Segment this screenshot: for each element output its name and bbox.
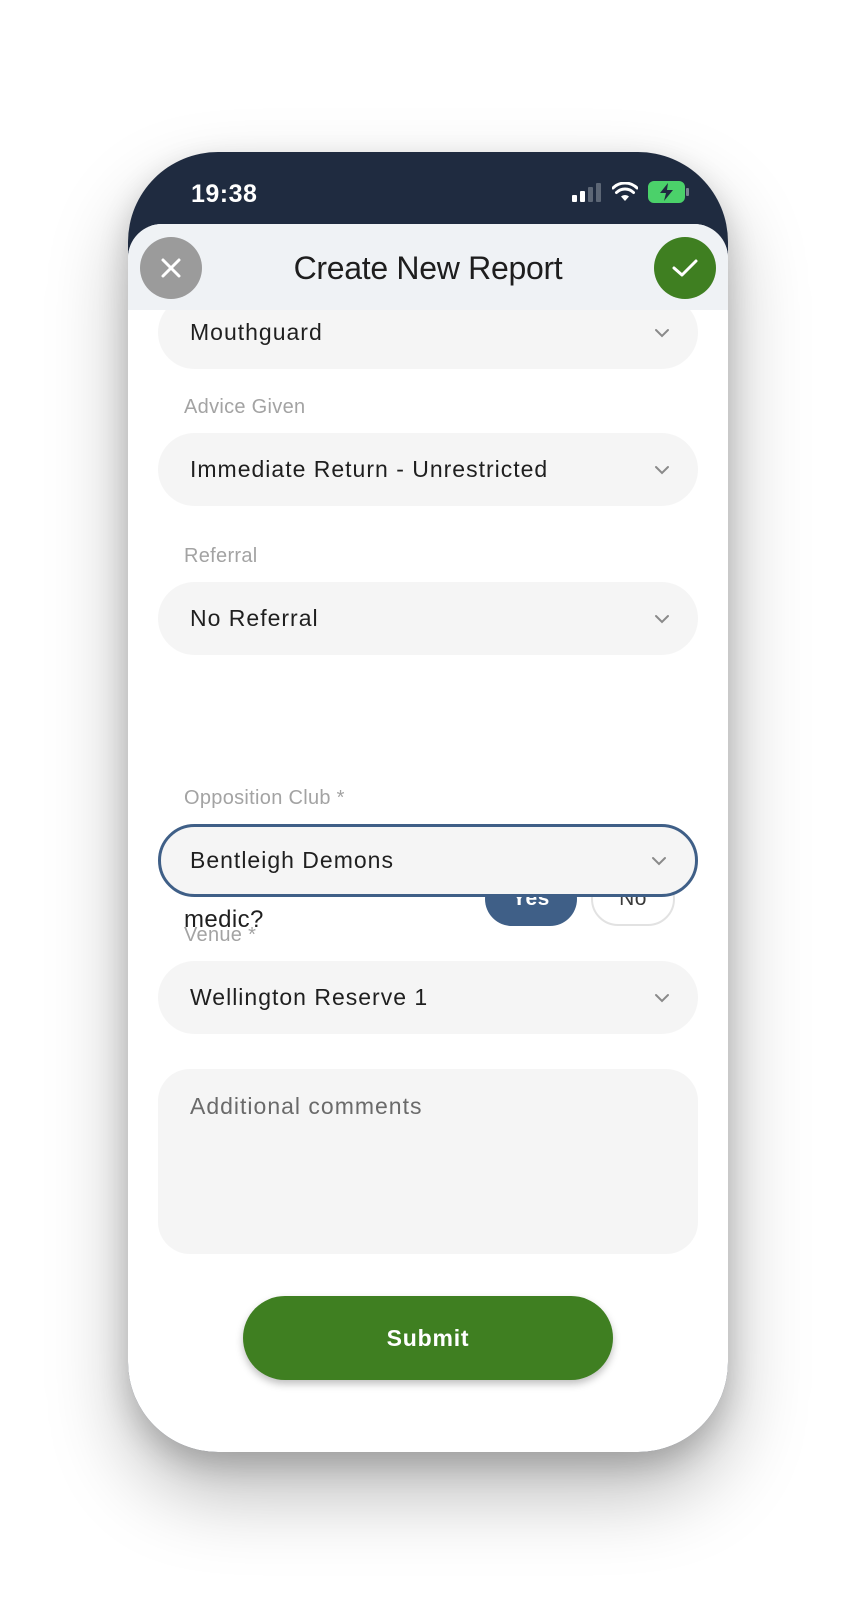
chevron-down-icon [655, 465, 669, 474]
venue-label: Venue * [184, 924, 257, 946]
venue-select[interactable]: Wellington Reserve 1 [158, 961, 698, 1034]
referral-label: Referral [184, 545, 258, 567]
referral-value: No Referral [190, 605, 319, 631]
status-icons [572, 180, 690, 204]
status-bar: 19:38 [128, 152, 728, 227]
opposition-club-label: Opposition Club * [184, 787, 345, 809]
submit-button[interactable]: Submit [243, 1296, 613, 1380]
opposition-club-select[interactable]: Bentleigh Demons [158, 824, 698, 897]
battery-charging-icon [648, 181, 689, 203]
phone-frame: 19:38 Create New Report Mouthguard Advic… [128, 152, 728, 1452]
chevron-down-icon [655, 328, 669, 337]
additional-comments-textarea[interactable]: Additional comments [158, 1069, 698, 1254]
signal-icon [572, 183, 601, 202]
mouthguard-value: Mouthguard [190, 319, 323, 345]
sheet-header: Create New Report [128, 224, 728, 310]
chevron-down-icon [652, 856, 666, 865]
venue-value: Wellington Reserve 1 [190, 984, 429, 1010]
advice-given-label: Advice Given [184, 396, 306, 418]
advice-given-value: Immediate Return - Unrestricted [190, 456, 549, 482]
page-title: Create New Report [293, 250, 563, 286]
report-sheet: Create New Report Mouthguard Advice Give… [128, 224, 728, 1452]
chevron-down-icon [655, 993, 669, 1002]
opposition-club-value: Bentleigh Demons [190, 847, 394, 873]
status-time: 19:38 [191, 180, 258, 208]
advice-given-select[interactable]: Immediate Return - Unrestricted [158, 433, 698, 506]
referral-select[interactable]: No Referral [158, 582, 698, 655]
checkmark-icon [672, 259, 698, 277]
wifi-icon [612, 182, 638, 201]
confirm-button[interactable] [654, 237, 716, 299]
chevron-down-icon [655, 614, 669, 623]
